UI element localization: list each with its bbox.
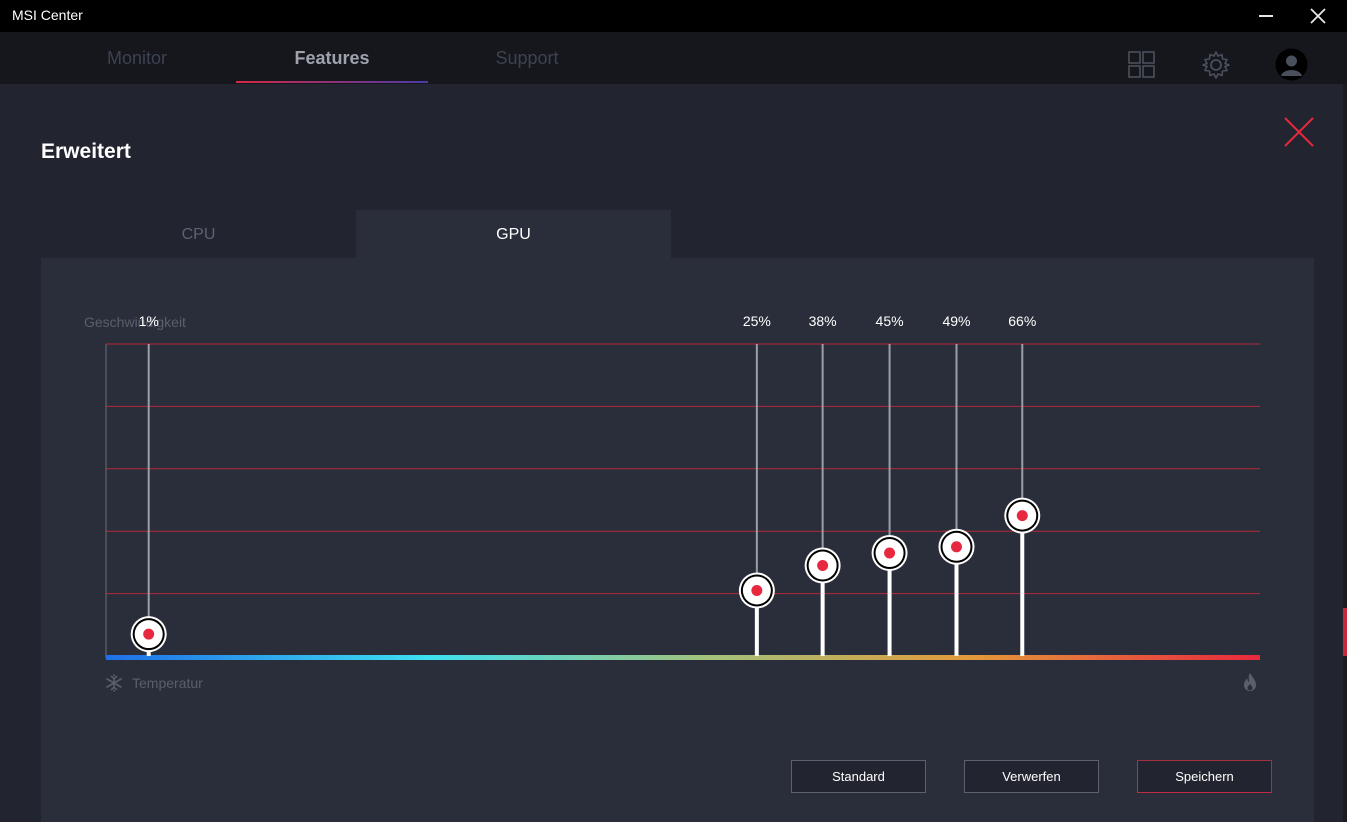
x-axis-label: Temperatur [132, 675, 203, 691]
fan-curve-panel [41, 258, 1314, 822]
save-button[interactable]: Speichern [1137, 760, 1272, 793]
fan-point-label: 49% [942, 313, 970, 329]
snowflake-icon [106, 674, 122, 692]
grid-icon[interactable] [1127, 50, 1157, 80]
tab-monitor[interactable]: Monitor [41, 32, 233, 84]
tab-features[interactable]: Features [236, 32, 428, 84]
fan-point-label: 25% [743, 313, 771, 329]
fan-point-label: 66% [1008, 313, 1036, 329]
scrollbar-thumb[interactable] [1343, 608, 1347, 656]
minimize-icon [1259, 15, 1273, 17]
subtab-cpu[interactable]: CPU [41, 210, 356, 260]
scrollbar-track[interactable] [1343, 84, 1347, 822]
y-axis-label: Geschwindigkeit [84, 314, 186, 330]
minimize-button[interactable] [1243, 0, 1289, 32]
gear-icon[interactable] [1201, 50, 1231, 80]
discard-button[interactable]: Verwerfen [964, 760, 1099, 793]
tab-support[interactable]: Support [431, 32, 623, 84]
top-navigation: Monitor Features Support [0, 32, 1347, 84]
subtab-gpu[interactable]: GPU [356, 210, 671, 260]
user-avatar-icon[interactable] [1275, 48, 1308, 81]
standard-button[interactable]: Standard [791, 760, 926, 793]
title-bar: MSI Center [0, 0, 1347, 32]
fan-point-dot [950, 541, 962, 553]
fan-point-dot [884, 547, 896, 559]
fan-point-label: 1% [139, 313, 159, 329]
fan-point-label: 45% [876, 313, 904, 329]
app-title: MSI Center [12, 7, 83, 23]
fan-point-dot [817, 560, 829, 572]
fan-point-dot [1016, 510, 1028, 522]
fan-point-dot [751, 584, 763, 596]
close-panel-icon[interactable] [1282, 115, 1316, 149]
active-tab-indicator [236, 81, 428, 83]
close-icon [1310, 8, 1326, 24]
flame-icon [1244, 673, 1256, 691]
fan-point-dot [143, 628, 155, 640]
close-window-button[interactable] [1295, 0, 1341, 32]
fan-point-label: 38% [809, 313, 837, 329]
page-title: Erweitert [41, 140, 131, 163]
